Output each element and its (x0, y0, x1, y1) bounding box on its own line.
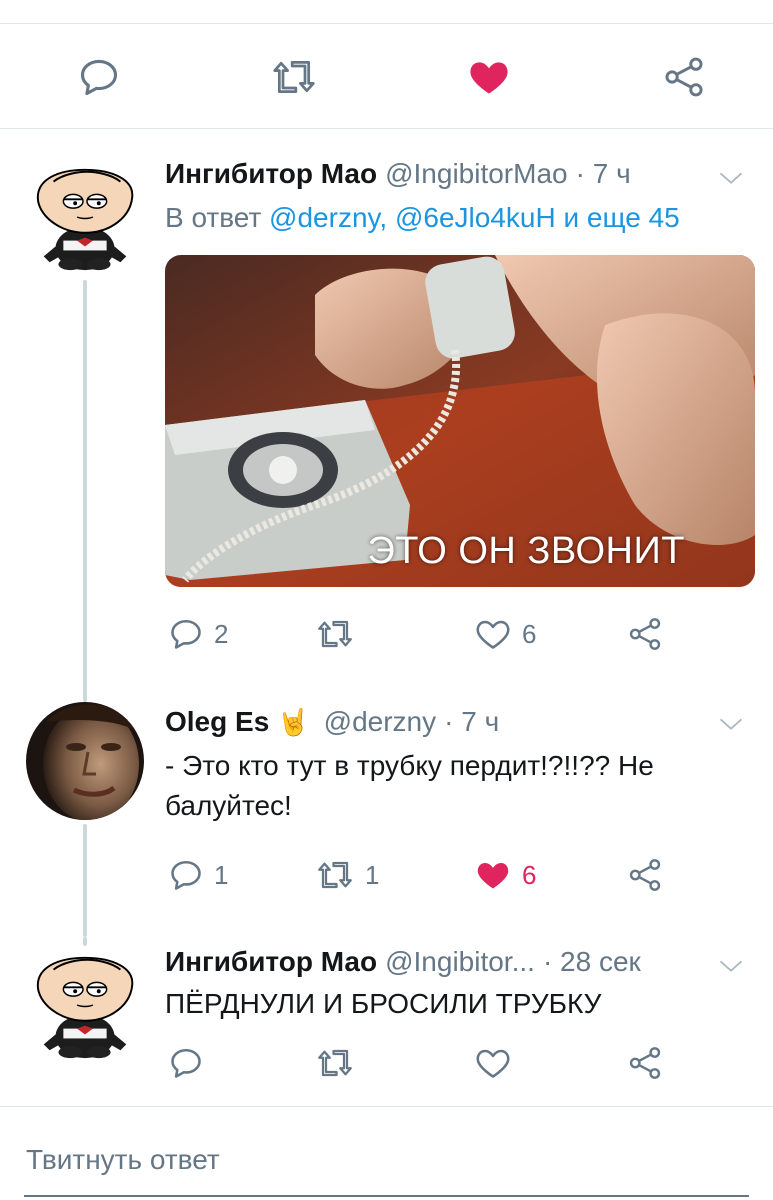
reply-icon (168, 616, 204, 652)
compose-bottom-line (24, 1195, 749, 1197)
chevron-down-icon[interactable] (717, 164, 745, 192)
username[interactable]: @IngibitorMao (385, 158, 568, 190)
reply-count: 2 (214, 618, 229, 649)
reply-button[interactable]: 2 (168, 616, 228, 652)
heart-filled-icon (465, 55, 513, 99)
reply-icon (168, 1045, 204, 1081)
retweet-icon (315, 1045, 355, 1081)
share-button[interactable] (627, 1045, 663, 1081)
tweet-text: - Это кто тут в трубку пердит!?!!?? Не б… (165, 750, 654, 821)
retweet-button[interactable]: 1 (315, 857, 379, 893)
timestamp[interactable]: · 7 ч (576, 158, 631, 190)
reply-button[interactable] (77, 55, 121, 99)
tweet-header: Ингибитор Мао @Ingibitor... · 28 сек (165, 946, 753, 986)
like-count: 6 (522, 859, 537, 890)
retweet-button[interactable] (315, 1045, 355, 1081)
top-divider (0, 23, 773, 24)
share-icon (627, 1045, 663, 1081)
display-name[interactable]: Ингибитор Мао (165, 158, 377, 190)
username[interactable]: @derzny (324, 706, 436, 738)
tweet-header: Oleg Es 🤘 @derzny · 7 ч (165, 706, 753, 746)
share-icon (627, 616, 663, 652)
rock-hand-emoji: 🤘 (277, 707, 310, 737)
reply-icon (77, 55, 121, 99)
tweet-3[interactable]: Ингибитор Мао @Ingibitor... · 28 сек ПЁР… (0, 937, 773, 1096)
display-name[interactable]: Oleg Es (165, 706, 269, 738)
thread-line-top (83, 937, 87, 946)
actions-divider (0, 128, 773, 129)
retweet-button[interactable] (315, 616, 365, 652)
reply-button[interactable] (168, 1045, 204, 1081)
heart-icon (474, 616, 512, 652)
heart-icon (474, 1045, 512, 1081)
tweet-media-image[interactable]: ЭТО ОН ЗВОНИТ (165, 255, 755, 587)
like-count: 6 (522, 618, 537, 649)
share-button[interactable] (662, 55, 706, 99)
reply-compose-input[interactable]: Твитнуть ответ (26, 1144, 220, 1176)
avatar[interactable] (26, 158, 144, 276)
like-button[interactable]: 6 (474, 857, 536, 893)
reply-icon (168, 857, 204, 893)
stewie-avatar-image (26, 946, 144, 1064)
compose-divider (0, 1106, 773, 1107)
share-icon (627, 857, 663, 893)
like-button[interactable] (465, 55, 513, 99)
tweet-2[interactable]: Oleg Es 🤘 @derzny · 7 ч - Это кто тут в … (0, 696, 773, 937)
tweet-header: Ингибитор Мао @IngibitorMao · 7 ч (165, 158, 753, 198)
avatar[interactable] (26, 702, 144, 820)
share-icon (662, 55, 706, 99)
retweet-button[interactable] (270, 55, 318, 99)
thread-line (83, 280, 87, 698)
like-button[interactable]: 6 (474, 616, 536, 652)
reply-prefix: В ответ (165, 202, 270, 233)
share-button[interactable] (627, 616, 663, 652)
reply-context: В ответ @derzny, @6eJlo4kuH и еще 45 (165, 202, 680, 234)
focused-tweet-actions (0, 25, 773, 125)
reply-count: 1 (214, 859, 229, 890)
retweet-icon (270, 55, 318, 99)
avatar[interactable] (26, 946, 144, 1064)
stewie-avatar-image (26, 158, 144, 276)
reply-button[interactable]: 1 (168, 857, 228, 893)
retweet-icon (315, 616, 355, 652)
like-button[interactable] (474, 1045, 512, 1081)
share-button[interactable] (627, 857, 663, 893)
tweet-text: ПЁРДНУЛИ И БРОСИЛИ ТРУБКУ (165, 988, 602, 1019)
username[interactable]: @Ingibitor... (385, 946, 535, 978)
timestamp[interactable]: · 28 сек (543, 946, 641, 978)
oleg-avatar-image (26, 702, 144, 820)
display-name[interactable]: Ингибитор Мао (165, 946, 377, 978)
heart-filled-icon (474, 857, 512, 893)
chevron-down-icon[interactable] (717, 710, 745, 738)
tweet-1[interactable]: Ингибитор Мао @IngibitorMao · 7 ч В отве… (0, 158, 773, 698)
media-caption: ЭТО ОН ЗВОНИТ (367, 530, 685, 572)
timestamp[interactable]: · 7 ч (444, 706, 499, 738)
retweet-count: 1 (365, 859, 380, 890)
thread-line (83, 824, 87, 937)
retweet-icon (315, 857, 355, 893)
chevron-down-icon[interactable] (717, 952, 745, 980)
reply-mentions-link[interactable]: @derzny, @6eJlo4kuH и еще 45 (269, 202, 680, 233)
